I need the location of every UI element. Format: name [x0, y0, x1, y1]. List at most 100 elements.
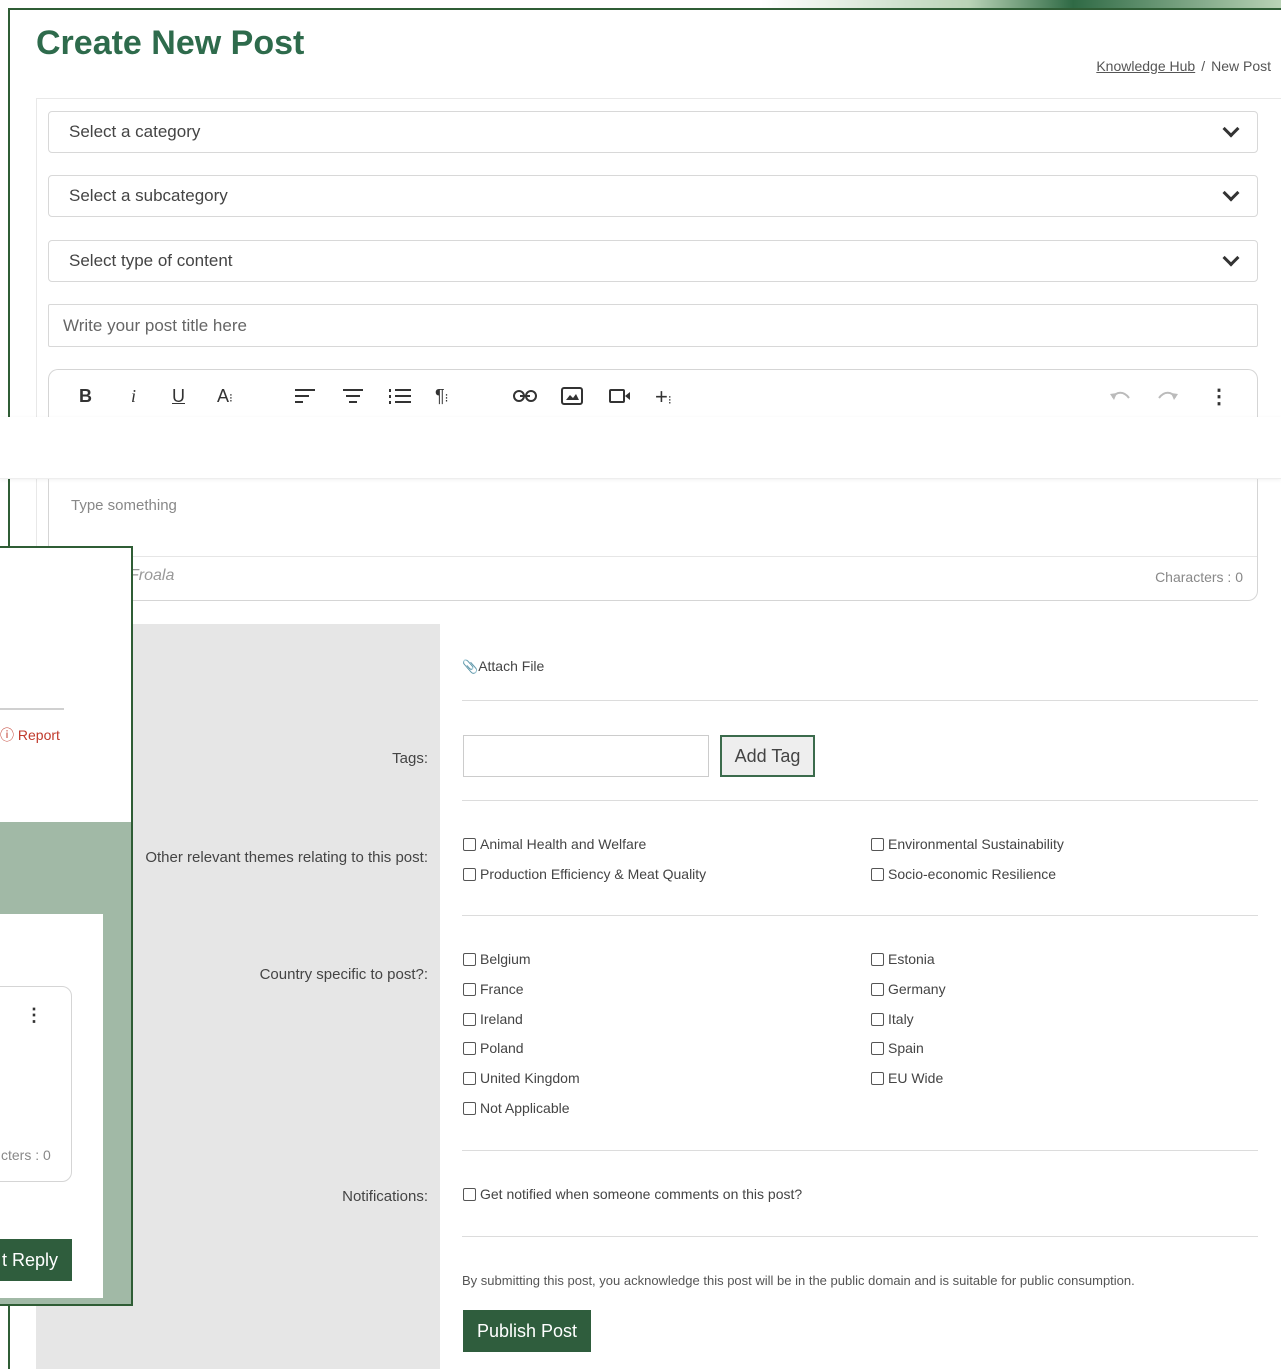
divider: [462, 700, 1258, 701]
checkbox-icon: [463, 867, 476, 881]
publish-post-button[interactable]: Publish Post: [463, 1310, 591, 1352]
editor-footer: Froala Characters : 0: [49, 556, 1257, 600]
checkbox-icon: [871, 837, 884, 851]
divider: [0, 708, 64, 710]
checkbox-icon: [871, 982, 884, 996]
country-option-label: France: [480, 981, 524, 997]
checkbox-icon: [463, 952, 476, 966]
countries-label: Country specific to post?:: [259, 966, 428, 983]
country-option-label: Germany: [888, 981, 946, 997]
divider: [462, 800, 1258, 801]
theme-checkbox[interactable]: Production Efficiency & Meat Quality: [463, 866, 706, 882]
page-title: Create New Post: [36, 24, 305, 62]
attach-file-label: Attach File: [478, 658, 545, 674]
checkbox-icon: [871, 867, 884, 881]
checkbox-icon: [463, 1187, 476, 1201]
undo-icon[interactable]: [1109, 388, 1131, 402]
checkbox-icon: [463, 1101, 476, 1115]
country-checkbox[interactable]: Italy: [871, 1011, 914, 1027]
link-icon[interactable]: [513, 389, 537, 403]
notifications-label: Notifications:: [342, 1188, 428, 1205]
theme-checkbox[interactable]: Socio-economic Resilience: [871, 866, 1056, 882]
frame-border: [8, 1306, 10, 1369]
reply-editor[interactable]: ⋮ cters : 0: [0, 986, 72, 1182]
reply-overlay-panel: ⓘ Report ⋮ cters : 0 t Reply: [0, 546, 133, 1306]
post-reply-button[interactable]: t Reply: [0, 1239, 72, 1281]
bold-button[interactable]: B: [79, 386, 92, 407]
italic-button[interactable]: i: [131, 386, 136, 407]
subcategory-select-value: Select a subcategory: [69, 186, 228, 205]
theme-option-label: Production Efficiency & Meat Quality: [480, 866, 707, 882]
tag-input[interactable]: [463, 735, 709, 777]
attach-file-link[interactable]: 📎Attach File: [462, 658, 544, 675]
chevron-down-icon: [1222, 249, 1240, 267]
country-checkbox[interactable]: Ireland: [463, 1011, 523, 1027]
theme-option-label: Environmental Sustainability: [888, 836, 1064, 852]
more-options-icon[interactable]: ⋮: [25, 1005, 43, 1026]
checkbox-icon: [463, 1041, 476, 1055]
editor-body[interactable]: Type something Froala Characters : 0: [48, 479, 1258, 601]
reply-character-count: cters : 0: [1, 1147, 51, 1163]
category-select[interactable]: Select a category: [48, 111, 1258, 153]
divider: [462, 1236, 1258, 1237]
breadcrumb-link-knowledge-hub[interactable]: Knowledge Hub: [1096, 58, 1195, 74]
theme-option-label: Socio-economic Resilience: [888, 866, 1057, 882]
country-option-label: Ireland: [480, 1011, 523, 1027]
character-count: Characters : 0: [1155, 569, 1243, 585]
country-checkbox[interactable]: Poland: [463, 1040, 524, 1056]
country-checkbox[interactable]: Belgium: [463, 951, 531, 967]
image-icon[interactable]: [561, 387, 583, 405]
paperclip-icon: 📎: [462, 659, 479, 674]
page: { "page": { "title": "Create New Post" }…: [0, 0, 1281, 1369]
editor-placeholder: Type something: [71, 497, 177, 514]
content-type-select-value: Select type of content: [69, 251, 233, 270]
checkbox-icon: [463, 837, 476, 851]
post-title-placeholder: Write your post title here: [63, 315, 247, 335]
breadcrumb-current: New Post: [1211, 58, 1271, 74]
checkbox-icon: [463, 982, 476, 996]
align-left-icon[interactable]: [295, 389, 315, 403]
country-checkbox[interactable]: Not Applicable: [463, 1100, 570, 1116]
add-tag-button[interactable]: Add Tag: [720, 735, 815, 777]
video-icon[interactable]: [609, 388, 631, 404]
report-link[interactable]: ⓘ Report: [0, 725, 60, 745]
notify-checkbox[interactable]: Get notified when someone comments on th…: [463, 1186, 802, 1202]
country-checkbox[interactable]: United Kingdom: [463, 1070, 580, 1086]
font-size-button[interactable]: A⁝: [217, 386, 233, 407]
insert-more-icon[interactable]: +⁝: [655, 384, 672, 410]
country-option-label: Italy: [888, 1011, 914, 1027]
more-options-icon[interactable]: ⋮: [1209, 384, 1229, 409]
checkbox-icon: [463, 1012, 476, 1026]
country-checkbox[interactable]: Germany: [871, 981, 946, 997]
sticky-toolbar-gap: [0, 417, 1281, 479]
underline-button[interactable]: U: [172, 386, 185, 407]
subcategory-select[interactable]: Select a subcategory: [48, 175, 1258, 217]
submit-disclaimer: By submitting this post, you acknowledge…: [462, 1273, 1135, 1288]
redo-icon[interactable]: [1157, 388, 1179, 402]
country-option-label: EU Wide: [888, 1070, 944, 1086]
country-option-label: Spain: [888, 1040, 924, 1056]
country-option-label: Not Applicable: [480, 1100, 570, 1116]
category-select-value: Select a category: [69, 122, 201, 141]
country-option-label: United Kingdom: [480, 1070, 580, 1086]
country-checkbox[interactable]: Estonia: [871, 951, 935, 967]
theme-checkbox[interactable]: Environmental Sustainability: [871, 836, 1064, 852]
content-type-select[interactable]: Select type of content: [48, 240, 1258, 282]
country-checkbox[interactable]: Spain: [871, 1040, 924, 1056]
chevron-down-icon: [1222, 120, 1240, 138]
checkbox-icon: [871, 1071, 884, 1085]
country-checkbox[interactable]: France: [463, 981, 524, 997]
theme-checkbox[interactable]: Animal Health and Welfare: [463, 836, 646, 852]
tags-label: Tags:: [392, 750, 428, 767]
divider: [462, 915, 1258, 916]
font-size-label: A: [217, 386, 230, 406]
country-option-label: Belgium: [480, 951, 531, 967]
ordered-list-icon[interactable]: [389, 389, 411, 404]
align-center-icon[interactable]: [343, 389, 363, 403]
post-title-input[interactable]: Write your post title here: [48, 304, 1258, 347]
country-option-label: Estonia: [888, 951, 935, 967]
country-option-label: Poland: [480, 1040, 524, 1056]
paragraph-format-icon[interactable]: ¶⁝: [435, 386, 449, 407]
country-checkbox[interactable]: EU Wide: [871, 1070, 943, 1086]
theme-option-label: Animal Health and Welfare: [480, 836, 647, 852]
